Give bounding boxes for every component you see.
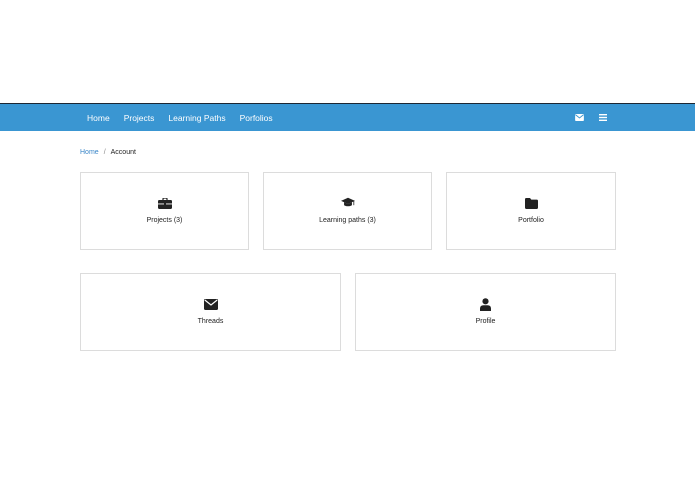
card-threads[interactable]: Threads [80,273,341,351]
card-learning-paths-label: Learning paths (3) [319,217,376,224]
card-projects-label: Projects (3) [146,217,183,224]
nav-icons [561,104,609,131]
breadcrumb-separator: / [103,149,106,156]
nav-link-home[interactable]: Home [87,113,110,123]
breadcrumb-home-link[interactable]: Home [80,149,99,156]
graduation-cap-icon [340,196,355,210]
card-portfolio-label: Portfolio [518,217,544,224]
nav-link-projects[interactable]: Projects [124,113,155,123]
nav-link-learning-paths[interactable]: Learning Paths [168,113,225,123]
nav-links: Home Projects Learning Paths Porfolios [87,104,287,131]
top-navbar: Home Projects Learning Paths Porfolios [0,103,695,131]
folder-icon [524,196,538,210]
user-icon [479,297,493,311]
briefcase-icon [157,196,172,210]
envelope-icon [574,114,584,121]
card-profile-label: Profile [475,318,496,325]
messages-button[interactable] [573,112,585,124]
card-profile[interactable]: Profile [355,273,616,351]
card-projects[interactable]: Projects (3) [80,172,249,250]
menu-icon [599,114,607,121]
card-threads-label: Threads [197,318,224,325]
page: Home Projects Learning Paths Porfolios H… [0,0,695,494]
card-learning-paths[interactable]: Learning paths (3) [263,172,432,250]
breadcrumb: Home / Account [80,149,136,156]
card-portfolio[interactable]: Portfolio [446,172,616,250]
menu-button[interactable] [597,112,609,124]
nav-link-portfolios[interactable]: Porfolios [240,113,273,123]
envelope-icon [203,297,218,311]
breadcrumb-current: Account [110,149,136,156]
